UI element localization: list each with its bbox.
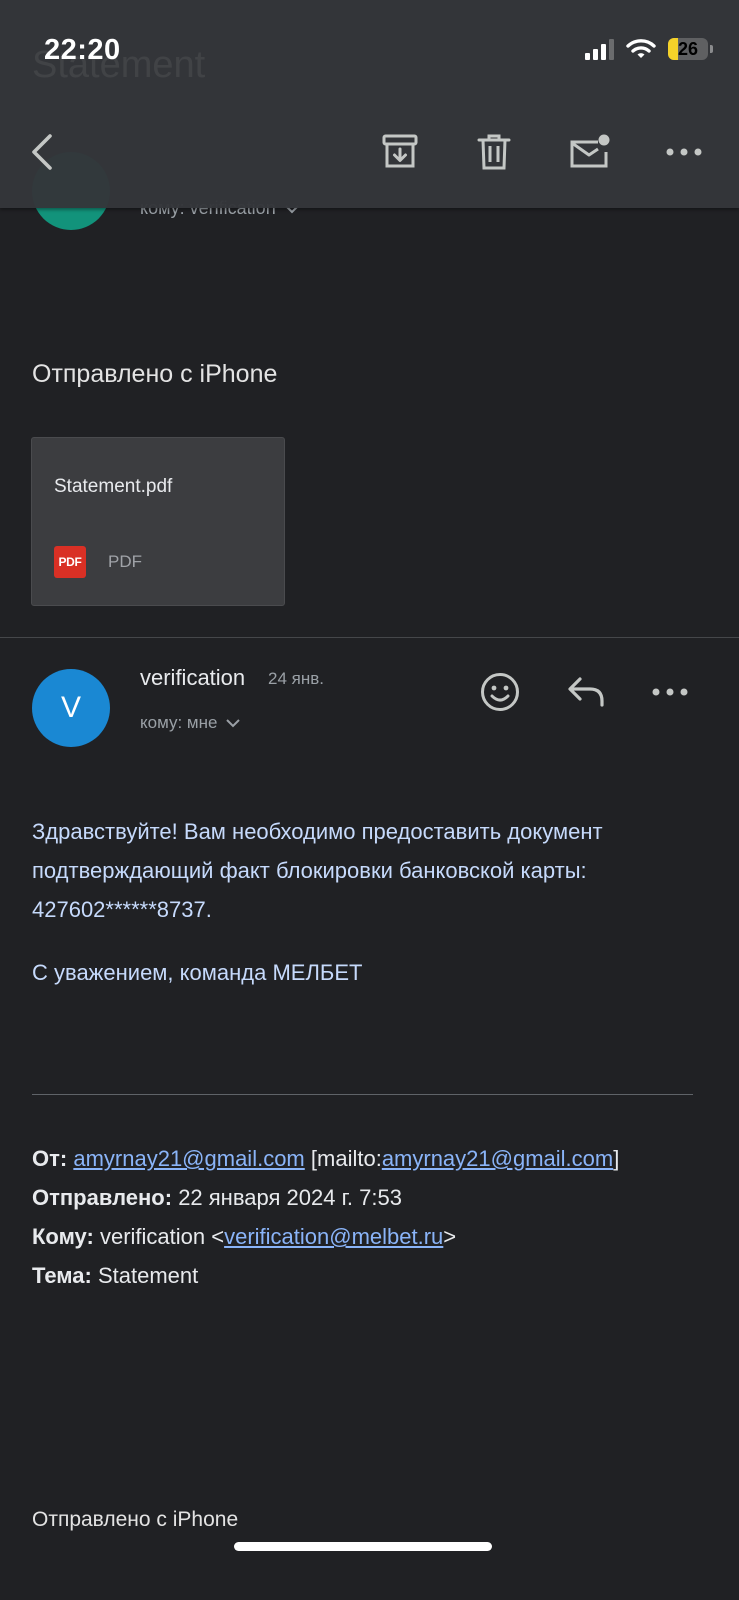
- status-time: 22:20: [44, 34, 121, 66]
- message-more-button[interactable]: [646, 668, 694, 716]
- reply-icon: [568, 677, 604, 707]
- quoted-from-row: От: amyrnay21@gmail.com [mailto:amyrnay2…: [32, 1139, 619, 1178]
- smiley-icon: [481, 673, 519, 711]
- battery-icon: 26: [668, 38, 708, 60]
- body-line: 427602******8737.: [32, 897, 212, 922]
- message-body: Здравствуйте! Вам необходимо предоставит…: [32, 812, 692, 929]
- quoted-to-label: Кому:: [32, 1224, 94, 1249]
- delete-button[interactable]: [470, 128, 518, 176]
- recipient-details-toggle[interactable]: кому: мне: [140, 713, 241, 733]
- mark-unread-icon: [570, 134, 610, 168]
- mark-unread-button[interactable]: [566, 128, 614, 176]
- attachment-card[interactable]: Statement.pdf PDF PDF: [31, 437, 285, 606]
- quoted-sent-row: Отправлено: 22 января 2024 г. 7:53: [32, 1178, 619, 1217]
- home-indicator[interactable]: [234, 1542, 492, 1551]
- quoted-to-suffix: >: [443, 1224, 457, 1249]
- top-app-bar: Statement 22:20 26: [0, 0, 739, 208]
- message-divider: [0, 637, 739, 638]
- archive-icon: [382, 134, 418, 168]
- message-footer: Отправлено с iPhone: [32, 1508, 239, 1531]
- wifi-icon: [626, 39, 656, 58]
- pdf-file-icon: PDF: [54, 546, 86, 578]
- quoted-subject-row: Тема: Statement: [32, 1256, 619, 1295]
- quoted-subject-label: Тема:: [32, 1263, 92, 1288]
- message-date: 24 янв.: [268, 669, 324, 688]
- body-line: Здравствуйте! Вам необходимо предоставит…: [32, 819, 603, 844]
- sender-name[interactable]: verification: [140, 665, 245, 691]
- add-reaction-button[interactable]: [476, 668, 524, 716]
- quoted-from-label: От:: [32, 1146, 68, 1171]
- more-horizontal-icon: [652, 688, 688, 696]
- chevron-down-icon: [226, 719, 241, 728]
- quoted-subject-value: Statement: [97, 1263, 199, 1288]
- more-horizontal-icon: [666, 148, 702, 156]
- email-thread-screen: кому: verification Отправлено с iPhone S…: [0, 0, 739, 1600]
- quote-divider: [32, 1094, 693, 1095]
- first-message-footer: Отправлено с iPhone: [32, 360, 278, 388]
- reply-button[interactable]: [562, 668, 610, 716]
- quoted-sent-label: Отправлено:: [32, 1185, 173, 1210]
- quoted-mailto-suffix: ]: [613, 1146, 620, 1171]
- quoted-mailto-link[interactable]: amyrnay21@gmail.com: [382, 1146, 613, 1171]
- body-line: подтверждающий факт блокировки банковско…: [32, 858, 587, 883]
- quoted-to-row: Кому: verification <verification@melbet.…: [32, 1217, 619, 1256]
- archive-button[interactable]: [376, 128, 424, 176]
- back-button[interactable]: [18, 128, 66, 176]
- status-indicators: 26: [585, 38, 713, 60]
- battery-level-fill: [668, 38, 679, 60]
- quoted-sent-value: 22 января 2024 г. 7:53: [178, 1185, 402, 1210]
- attachment-type: PDF: [108, 552, 142, 571]
- more-options-button[interactable]: [660, 128, 708, 176]
- trash-icon: [477, 134, 511, 170]
- avatar[interactable]: V: [32, 669, 110, 747]
- message-toolbar: [0, 120, 739, 184]
- quoted-to-email-link[interactable]: verification@melbet.ru: [224, 1224, 443, 1249]
- attachment-name: Statement.pdf: [54, 476, 173, 497]
- recipient-line: кому: мне: [140, 713, 218, 732]
- cellular-signal-icon: [585, 38, 614, 60]
- quoted-to-name: verification <: [99, 1224, 225, 1249]
- quoted-from-email-link[interactable]: amyrnay21@gmail.com: [73, 1146, 304, 1171]
- battery-percentage: 26: [677, 38, 699, 59]
- chevron-left-icon: [32, 134, 52, 170]
- signature: С уважением, команда МЕЛБЕТ: [32, 960, 363, 985]
- battery-cap: [710, 45, 713, 53]
- quoted-mailto-prefix: [mailto:: [310, 1146, 382, 1171]
- quoted-header: От: amyrnay21@gmail.com [mailto:amyrnay2…: [32, 1139, 619, 1295]
